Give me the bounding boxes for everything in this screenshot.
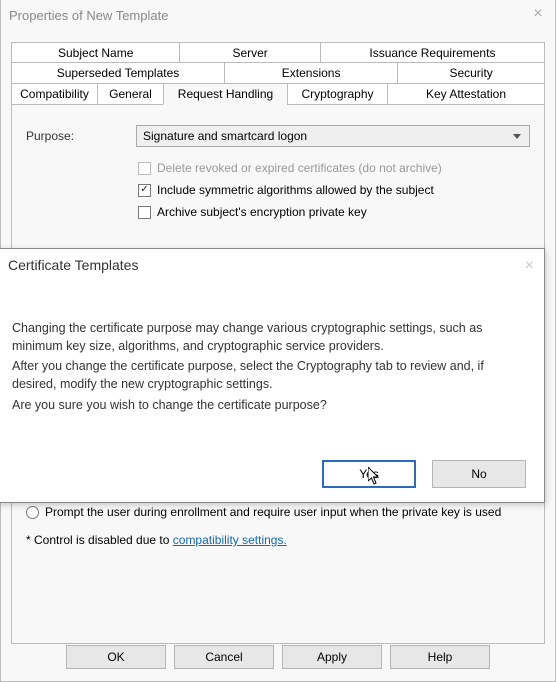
tab-key-attestation[interactable]: Key Attestation [387,83,545,105]
dialog-line2: After you change the certificate purpose… [12,357,530,393]
checkbox-delete-revoked [138,162,151,175]
dialog-line1: Changing the certificate purpose may cha… [12,319,530,355]
tab-general[interactable]: General [97,83,163,105]
compatibility-settings-link[interactable]: compatibility settings. [173,533,287,547]
radio-prompt-enroll-require[interactable] [26,506,39,519]
apply-button[interactable]: Apply [282,645,382,669]
yes-button[interactable]: Yes [322,460,416,488]
properties-window: Properties of New Template × Subject Nam… [0,0,556,682]
purpose-value: Signature and smartcard logon [143,129,307,143]
dialog-button-row: Yes No [322,460,526,488]
disabled-note: * Control is disabled due to compatibili… [26,533,530,547]
checkbox-include-symmetric[interactable]: ✓ [138,184,151,197]
tab-cryptography[interactable]: Cryptography [287,83,387,105]
purpose-select[interactable]: Signature and smartcard logon [136,125,530,147]
no-button[interactable]: No [432,460,526,488]
tab-request-handling[interactable]: Request Handling [163,83,287,105]
ok-button[interactable]: OK [66,645,166,669]
titlebar: Properties of New Template × [1,0,555,30]
yes-label: Yes [359,467,379,481]
check-label-include-symmetric: Include symmetric algorithms allowed by … [157,183,434,197]
check-icon: ✓ [140,185,148,195]
help-button[interactable]: Help [390,645,490,669]
confirm-dialog: Certificate Templates × Changing the cer… [0,248,545,503]
dialog-line3: Are you sure you wish to change the cert… [12,396,530,414]
dialog-title: Certificate Templates [8,257,138,275]
disabled-note-prefix: * Control is disabled due to [26,533,173,547]
tab-server[interactable]: Server [179,42,319,63]
checkbox-archive-key[interactable] [138,206,151,219]
tab-issuance-requirements[interactable]: Issuance Requirements [320,42,545,63]
tab-extensions[interactable]: Extensions [224,62,397,84]
button-row: OK Cancel Apply Help [1,637,555,677]
window-title: Properties of New Template [9,8,168,23]
dialog-titlebar: Certificate Templates × [0,249,544,283]
cancel-button[interactable]: Cancel [174,645,274,669]
close-icon[interactable]: × [529,6,547,24]
check-label-delete-revoked: Delete revoked or expired certificates (… [157,161,442,175]
purpose-label: Purpose: [26,129,106,143]
tab-security[interactable]: Security [397,62,545,84]
dialog-close-icon[interactable]: × [525,257,534,275]
check-label-archive-key: Archive subject's encryption private key [157,205,367,219]
tab-superseded-templates[interactable]: Superseded Templates [11,62,224,84]
tab-compatibility[interactable]: Compatibility [11,83,97,105]
tab-subject-name[interactable]: Subject Name [11,42,179,63]
dialog-body: Changing the certificate purpose may cha… [0,283,544,414]
radio-label-prompt-enroll-require: Prompt the user during enrollment and re… [45,505,501,519]
